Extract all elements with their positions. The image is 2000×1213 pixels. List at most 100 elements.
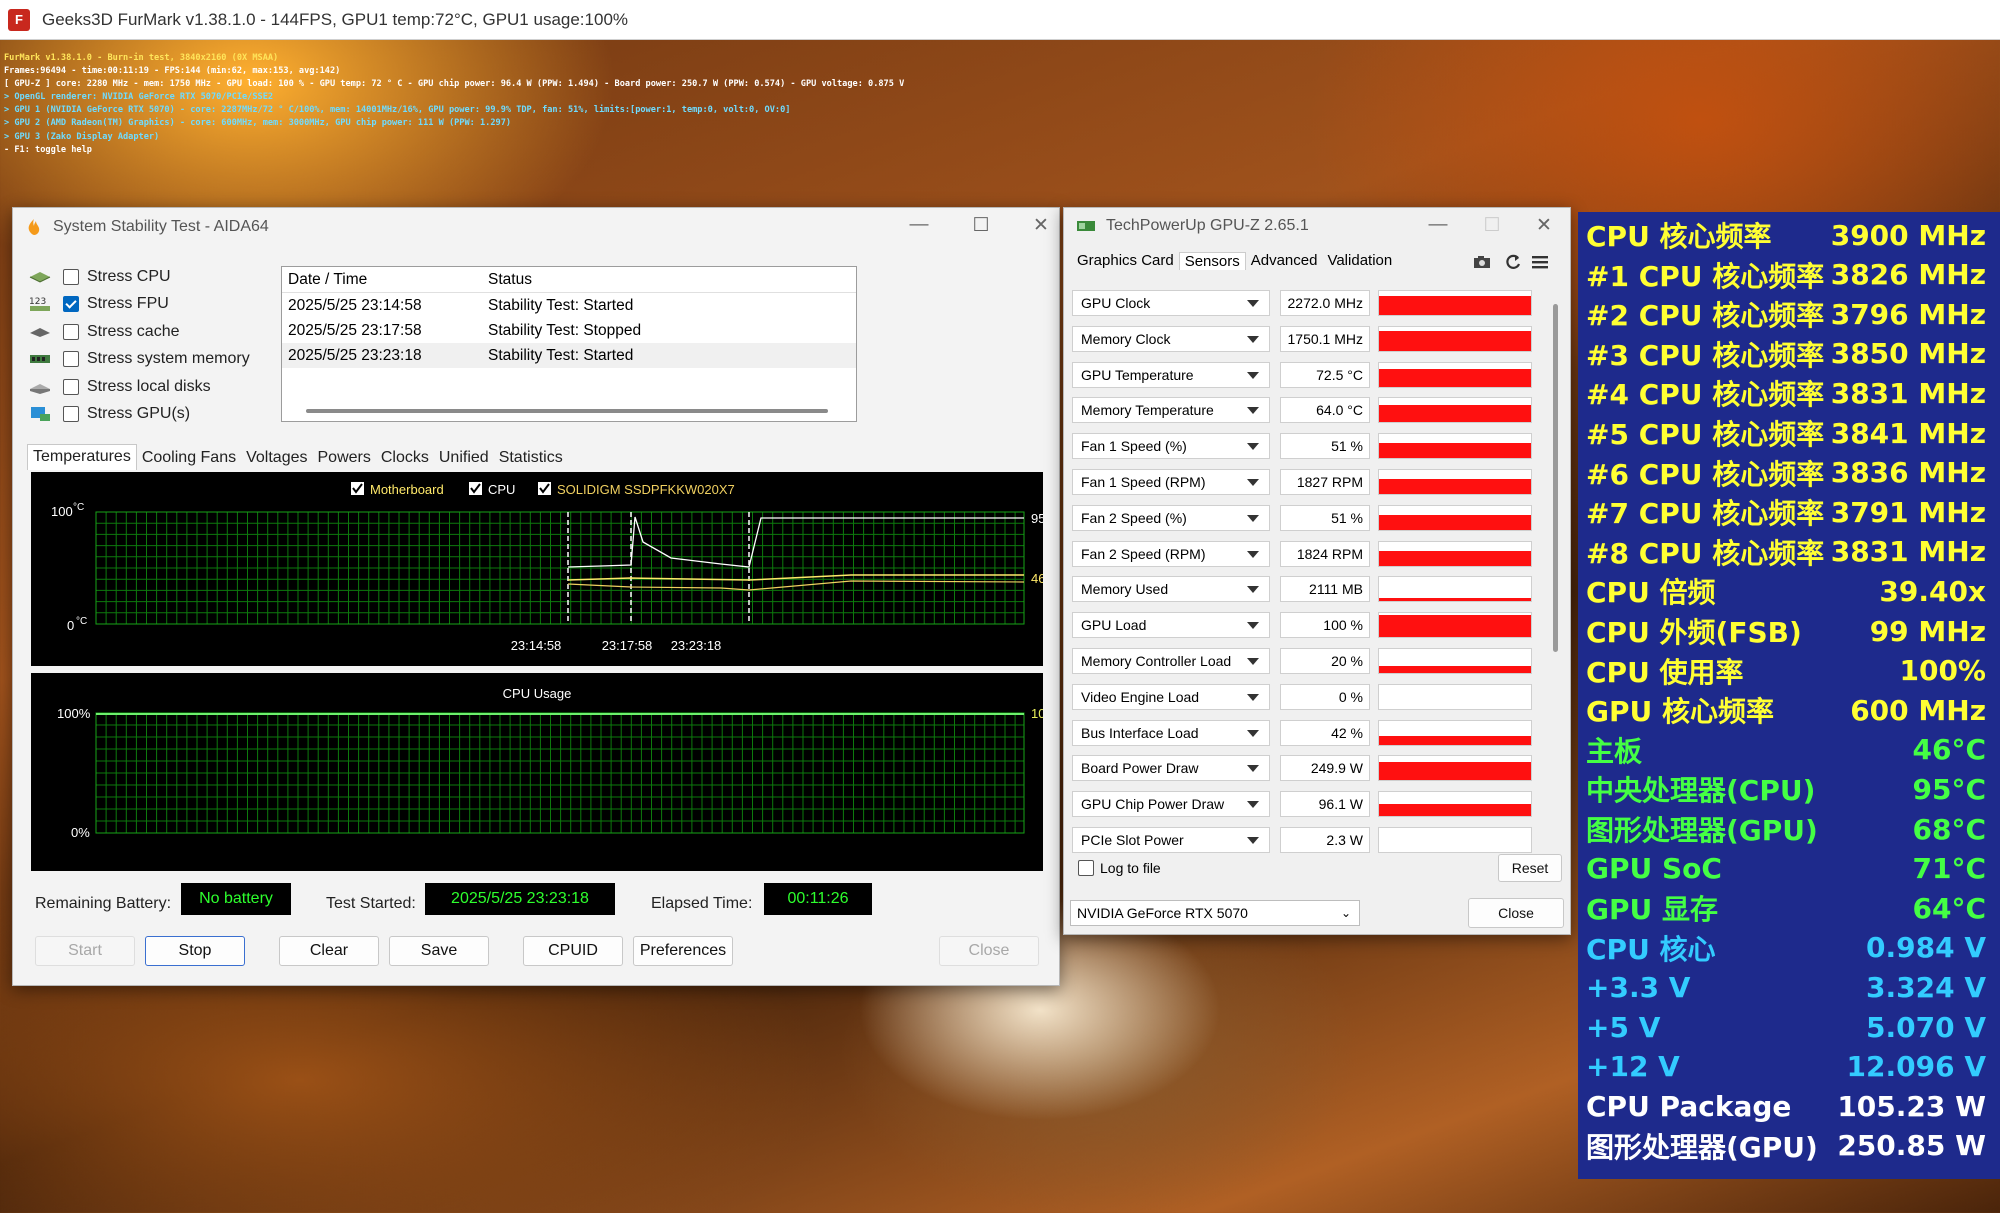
sensor-graph-fill [1379,735,1531,745]
stress-option-1[interactable]: 123 Stress FPU [27,293,169,315]
gpuz-tab-advanced[interactable]: Advanced [1246,252,1323,270]
gpuz-window: TechPowerUp GPU-Z 2.65.1 — ☐ ✕ Graphics … [1063,207,1571,935]
furmark-titlebar[interactable]: F Geeks3D FurMark v1.38.1.0 - 144FPS, GP… [0,0,2000,40]
start-button[interactable]: Start [35,936,135,966]
save-button[interactable]: Save [389,936,489,966]
tab-powers[interactable]: Powers [313,446,376,470]
osd-value: 71°C [1912,852,1986,886]
sensor-graph-fill [1379,666,1531,673]
sensor-name-dropdown[interactable]: Memory Controller Load [1072,648,1270,674]
gpuz-tab-validation[interactable]: Validation [1322,252,1397,270]
log-status: Stability Test: Started [488,346,634,364]
stress-checkbox[interactable] [63,296,79,313]
osd-value: 3796 MHz [1830,297,1986,331]
gpuz-close-button[interactable]: Close [1468,898,1564,928]
close-window-button[interactable]: ✕ [1017,208,1065,242]
sensor-name-dropdown[interactable]: GPU Load [1072,612,1270,639]
stability-log-table[interactable]: Date / Time Status 2025/5/25 23:14:58 Sta… [281,266,857,422]
close-window-button[interactable]: ✕ [1520,208,1568,242]
osd-value: 600 MHz [1850,693,1986,727]
sensor-scrollbar[interactable] [1553,304,1558,652]
stress-option-2[interactable]: Stress cache [27,321,179,343]
sensor-name-dropdown[interactable]: PCIe Slot Power [1072,827,1270,853]
disk-drive-icon [27,378,53,396]
aida64-titlebar[interactable]: System Stability Test - AIDA64 — ☐ ✕ [13,208,1059,246]
gpuz-titlebar[interactable]: TechPowerUp GPU-Z 2.65.1 — ☐ ✕ [1064,208,1570,244]
tab-statistics[interactable]: Statistics [494,446,568,470]
sensor-name-dropdown[interactable]: GPU Chip Power Draw [1072,791,1270,818]
tab-temperatures[interactable]: Temperatures [27,444,137,470]
cpu-usage-title: CPU Usage [503,686,572,701]
gpuz-title: TechPowerUp GPU-Z 2.65.1 [1106,217,1309,234]
y-top-unit: °C [73,502,84,513]
cpu-usage-chart: CPU Usage 100% 0% 100% [31,673,1043,871]
stress-checkbox[interactable] [63,406,79,422]
col-date-time[interactable]: Date / Time [282,271,484,289]
sensor-graph [1378,361,1532,388]
close-button[interactable]: Close [939,936,1039,966]
sensor-name-dropdown[interactable]: Video Engine Load [1072,683,1270,710]
tab-unified[interactable]: Unified [434,446,494,470]
refresh-icon[interactable] [1504,253,1522,271]
tab-clocks[interactable]: Clocks [376,446,434,470]
stress-option-5[interactable]: Stress GPU(s) [27,403,190,425]
minimize-button[interactable]: — [895,208,943,242]
minimize-button[interactable]: — [1414,208,1462,242]
sensor-name-dropdown[interactable]: Bus Interface Load [1072,719,1270,746]
sensor-name-dropdown[interactable]: Fan 1 Speed (RPM) [1072,469,1270,495]
gpu-device-select[interactable]: NVIDIA GeForce RTX 5070 ⌄ [1070,900,1360,926]
stop-button[interactable]: Stop [145,936,245,966]
stress-checkbox[interactable] [63,378,79,395]
sensor-name-dropdown[interactable]: Fan 2 Speed (%) [1072,504,1270,531]
preferences-button[interactable]: Preferences [633,936,733,966]
menu-icon[interactable] [1531,254,1549,270]
sensor-row: Memory Used 2111 MB [1072,576,1542,604]
sensor-graph-fill [1379,615,1531,638]
log-row[interactable]: 2025/5/25 23:14:58 Stability Test: Starte… [282,293,856,318]
tab-voltages[interactable]: Voltages [241,446,312,470]
sensor-value: 1750.1 MHz [1280,325,1370,352]
y-bottom-unit: °C [76,616,87,627]
maximize-button[interactable]: ☐ [957,208,1005,242]
cpuid-button[interactable]: CPUID [523,936,623,966]
fpu-123-icon: 123 [27,295,53,313]
tab-cooling-fans[interactable]: Cooling Fans [137,446,241,470]
log-date: 2025/5/25 23:23:18 [288,346,422,364]
sensor-value: 72.5 °C [1280,361,1370,388]
log-row[interactable]: 2025/5/25 23:17:58 Stability Test: Stoppe… [282,318,856,343]
stress-option-0[interactable]: Stress CPU [27,266,171,288]
cpu-temp-label: 95 [1031,511,1043,526]
sensor-name-dropdown[interactable]: GPU Clock [1072,290,1270,316]
maximize-button[interactable]: ☐ [1468,208,1516,242]
log-to-file-checkbox[interactable] [1078,860,1094,876]
camera-icon[interactable] [1472,254,1492,270]
sensor-name-dropdown[interactable]: Memory Temperature [1072,397,1270,424]
furmark-line: > OpenGL renderer: NVIDIA GeForce RTX 50… [4,92,274,103]
legend-entry: Motherboard [370,482,444,497]
stress-checkbox[interactable] [63,323,79,340]
sensor-name-dropdown[interactable]: Fan 2 Speed (RPM) [1072,540,1270,567]
stress-option-4[interactable]: Stress local disks [27,376,211,398]
log-to-file-option[interactable]: Log to file [1078,860,1161,876]
log-row[interactable]: 2025/5/25 23:23:18 Stability Test: Starte… [282,343,856,368]
reset-button[interactable]: Reset [1498,854,1562,882]
sensor-graph-fill [1379,479,1531,494]
gpuz-tab-sensors[interactable]: Sensors [1178,252,1246,270]
gpuz-tab-graphics-card[interactable]: Graphics Card [1072,252,1179,270]
clear-button[interactable]: Clear [279,936,379,966]
sensor-name-dropdown[interactable]: Memory Clock [1072,325,1270,352]
sensor-graph-fill [1379,804,1531,817]
sensor-value: 1824 RPM [1280,540,1370,567]
stress-checkbox[interactable] [63,269,79,285]
stress-option-3[interactable]: Stress system memory [27,348,250,370]
sensor-name-dropdown[interactable]: Memory Used [1072,576,1270,603]
osd-row: #8 CPU 核心频率 3831 MHz [1578,533,2000,571]
osd-label: CPU 核心 [1586,932,1716,966]
sensor-name-dropdown[interactable]: Fan 1 Speed (%) [1072,433,1270,460]
osd-value: 3791 MHz [1830,495,1986,529]
sensor-name-dropdown[interactable]: GPU Temperature [1072,361,1270,388]
stress-checkbox[interactable] [63,351,79,368]
col-status[interactable]: Status [484,271,856,289]
log-scrollbar[interactable] [306,409,828,413]
sensor-name-dropdown[interactable]: Board Power Draw [1072,755,1270,782]
